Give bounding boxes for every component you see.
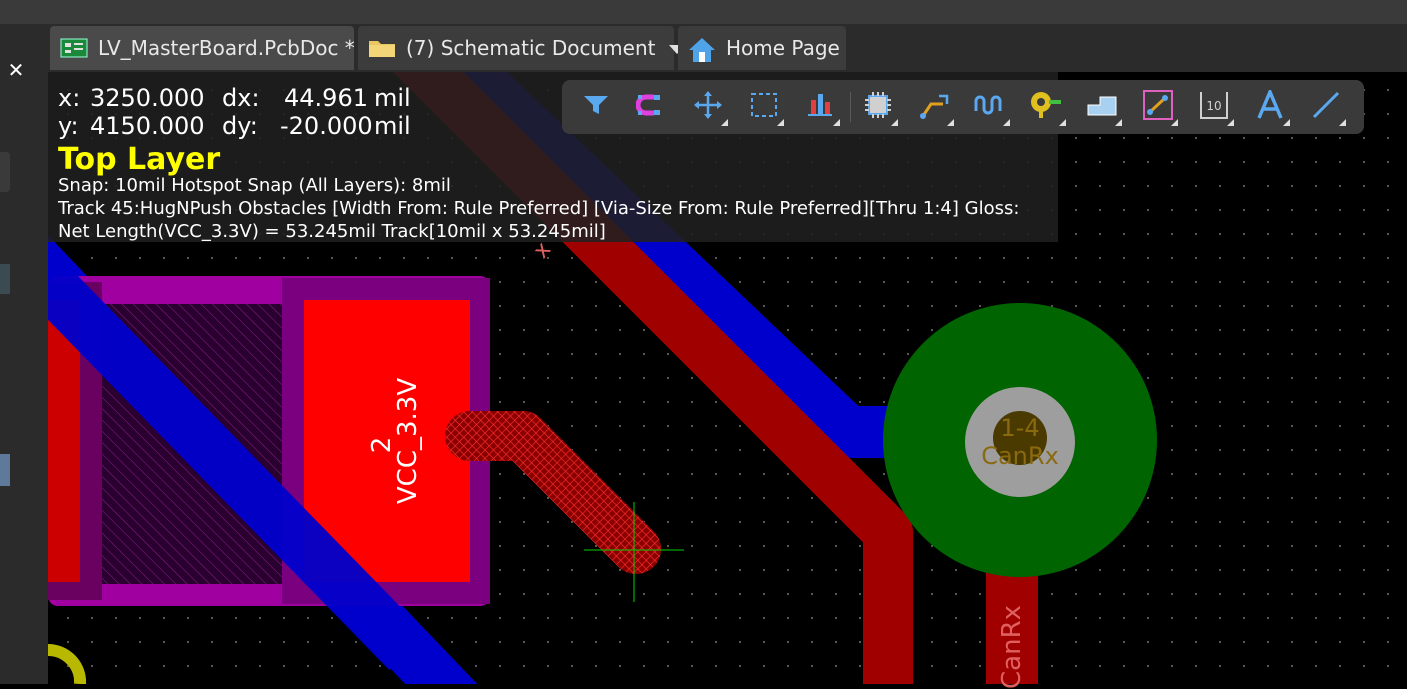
via-net-label: CanRx [981, 442, 1059, 470]
component-button[interactable] [856, 86, 900, 128]
dy-label: dy: [222, 112, 258, 140]
pcb-document-icon [60, 37, 88, 59]
via-number-label: 1-4 [1000, 414, 1040, 442]
left-panel: ✕ [0, 24, 48, 684]
tab-label: (7) Schematic Document [406, 36, 656, 60]
svg-text:10: 10 [1206, 99, 1221, 113]
snap-magnet-icon [635, 93, 668, 121]
dx-unit: mil [374, 84, 411, 112]
track-button[interactable] [1136, 86, 1180, 128]
silkscreen-arc [48, 643, 87, 684]
panel-list-item-selected[interactable] [0, 454, 10, 486]
place-track-icon [1143, 90, 1173, 124]
tab-label: Home Page [726, 36, 840, 60]
toolbar-separator [850, 92, 851, 122]
align-button[interactable] [798, 86, 842, 128]
align-icon [806, 92, 834, 122]
select-button[interactable] [742, 86, 786, 128]
document-tab-bar: LV_MasterBoard.PcbDoc * (7) Schematic Do… [48, 24, 1407, 72]
tuning-button[interactable] [968, 86, 1012, 128]
dx-label: dx: [222, 84, 260, 112]
place-string-icon [1255, 87, 1285, 124]
move-button[interactable] [686, 86, 730, 128]
place-via-icon [1029, 90, 1063, 124]
select-rectangle-icon [750, 92, 778, 122]
filter-button[interactable] [574, 86, 618, 128]
current-layer: Top Layer [58, 142, 221, 177]
tab-schematic-document[interactable]: (7) Schematic Document [358, 26, 686, 70]
home-icon [688, 37, 716, 62]
routing-button[interactable] [912, 86, 956, 128]
close-icon[interactable]: ✕ [4, 58, 28, 82]
polygon-button[interactable] [1080, 86, 1124, 128]
net-length-info: Net Length(VCC_3.3V) = 53.245mil Track[1… [58, 221, 606, 242]
folder-icon [368, 37, 396, 59]
panel-collapse-tab[interactable] [0, 152, 10, 192]
dy-value: -20.000 [280, 112, 373, 140]
place-dimension-icon: 10 [1198, 90, 1230, 124]
interactive-routing-icon [919, 90, 949, 124]
x-value: 3250.000 [90, 84, 205, 112]
place-component-icon [863, 90, 893, 124]
length-tuning-icon [974, 93, 1006, 121]
polygon-pour-icon [1086, 93, 1118, 121]
x-label: x: [58, 84, 81, 112]
via-button[interactable] [1024, 86, 1068, 128]
tab-home-page[interactable]: Home Page [678, 26, 846, 70]
line-button[interactable] [1304, 86, 1348, 128]
active-bar-toolbar: 10 [562, 80, 1364, 134]
dimension-button[interactable]: 10 [1192, 86, 1236, 128]
track-mode-info: Track 45:HugNPush Obstacles [Width From:… [58, 198, 1020, 219]
track-net-label: CanRx [997, 604, 1027, 689]
filter-icon [583, 94, 609, 120]
snap-info: Snap: 10mil Hotspot Snap (All Layers): 8… [58, 175, 451, 196]
tab-label: LV_MasterBoard.PcbDoc * [98, 36, 355, 60]
dx-value: 44.961 [284, 84, 368, 112]
routing-track-preview[interactable] [445, 411, 661, 574]
place-line-icon [1311, 90, 1341, 124]
dy-unit: mil [374, 112, 411, 140]
pad-net-label: VCC_3.3V [393, 377, 423, 505]
tab-pcb-document[interactable]: LV_MasterBoard.PcbDoc * [50, 26, 355, 70]
move-crosshair-icon [694, 91, 722, 123]
string-button[interactable] [1248, 86, 1292, 128]
y-label: y: [58, 112, 79, 140]
y-value: 4150.000 [90, 112, 205, 140]
title-strip [0, 0, 1407, 24]
panel-list-item[interactable] [0, 264, 10, 294]
snap-button[interactable] [630, 86, 674, 128]
